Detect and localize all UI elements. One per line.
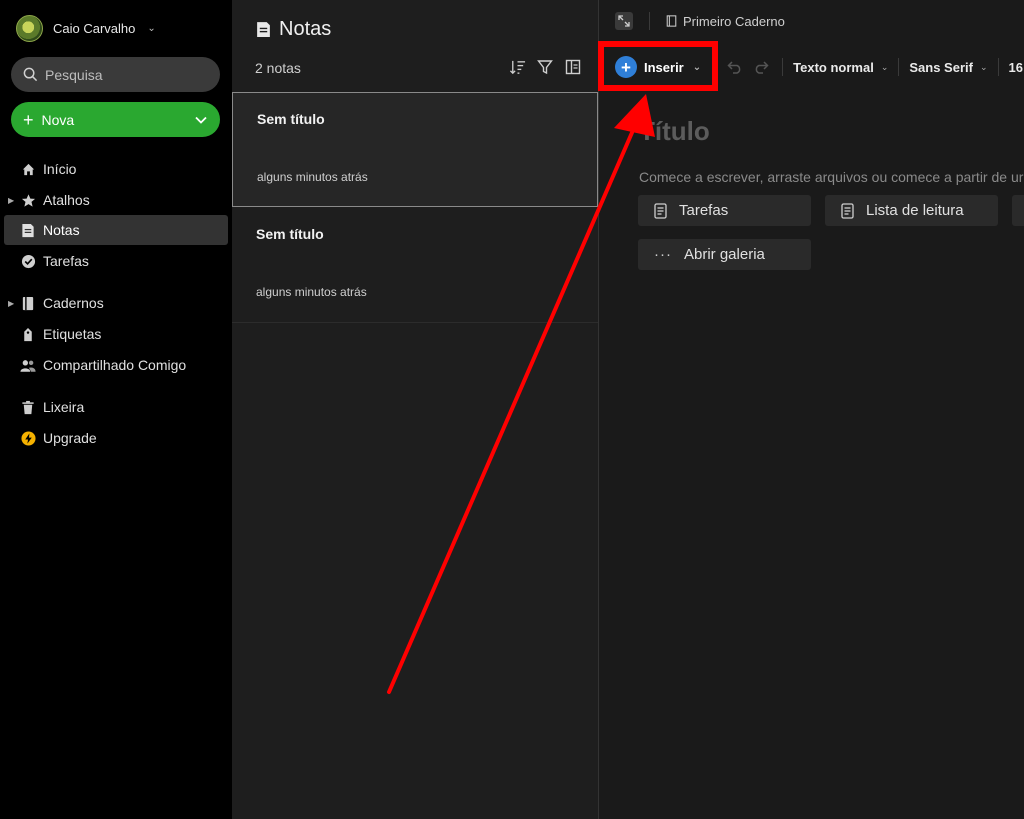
- sidebar-item-upgrade[interactable]: Upgrade: [4, 423, 228, 453]
- sidebar-item-home[interactable]: Início: [4, 154, 228, 184]
- notebook-icon: [666, 15, 677, 27]
- note-icon: [20, 222, 36, 238]
- new-note-button[interactable]: + Nova: [11, 102, 220, 137]
- notebook-icon: [20, 295, 36, 311]
- list-item[interactable]: Sem título alguns minutos atrás: [232, 208, 598, 323]
- note-editor: Primeiro Caderno + Inserir ⌄ Texto norma…: [598, 0, 1024, 819]
- note-list-tools: [508, 58, 582, 76]
- annotation-highlight-box: [598, 41, 718, 91]
- notebook-name: Primeiro Caderno: [683, 13, 785, 29]
- list-item[interactable]: Sem título alguns minutos atrás: [232, 92, 598, 207]
- note-list-header: Notas: [256, 18, 331, 41]
- sidebar-item-label: Notas: [43, 222, 80, 238]
- search-box[interactable]: [11, 57, 220, 92]
- font-family-dropdown[interactable]: Sans Serif ⌄: [909, 60, 987, 75]
- notebook-selector[interactable]: Primeiro Caderno: [666, 14, 785, 29]
- tag-icon: [20, 326, 36, 342]
- sidebar-item-label: Compartilhado Comigo: [43, 357, 187, 373]
- divider: [649, 12, 650, 30]
- font-size-dropdown[interactable]: 16 ⌄: [1009, 60, 1024, 75]
- caret-right-icon[interactable]: ▶: [8, 299, 14, 308]
- note-title: Sem título: [257, 111, 325, 127]
- chevron-down-icon: ⌄: [147, 22, 156, 34]
- sidebar-item-label: Atalhos: [43, 192, 90, 208]
- chevron-down-icon[interactable]: [194, 113, 208, 127]
- note-title: Sem título: [256, 226, 324, 242]
- editor-hint: Comece a escrever, arraste arquivos ou c…: [639, 169, 1024, 185]
- chevron-down-icon: ⌄: [880, 61, 889, 72]
- sidebar-item-shortcuts[interactable]: ▶ Atalhos: [4, 185, 228, 215]
- redo-icon[interactable]: [752, 58, 770, 76]
- home-icon: [20, 161, 36, 177]
- search-input[interactable]: [45, 66, 205, 83]
- note-timestamp: alguns minutos atrás: [256, 285, 367, 299]
- expand-icon[interactable]: [615, 12, 633, 30]
- layout-icon[interactable]: [564, 58, 582, 76]
- trash-icon: [20, 399, 36, 415]
- search-icon: [23, 67, 38, 82]
- template-more-button[interactable]: [1012, 195, 1024, 226]
- template-label: Abrir galeria: [684, 246, 765, 263]
- note-timestamp: alguns minutos atrás: [257, 170, 368, 184]
- sidebar-item-label: Tarefas: [43, 253, 89, 269]
- sidebar-item-label: Lixeira: [43, 399, 85, 415]
- text-style-dropdown[interactable]: Texto normal ⌄: [793, 60, 888, 75]
- sidebar-item-notes[interactable]: Notas: [4, 215, 228, 245]
- sidebar-item-shared[interactable]: Compartilhado Comigo: [4, 350, 228, 380]
- font-size-value: 16: [1008, 59, 1023, 75]
- template-label: Lista de leitura: [866, 202, 964, 219]
- account-menu[interactable]: Caio Carvalho ⌄: [16, 14, 156, 42]
- divider: [782, 58, 784, 76]
- plus-icon: +: [23, 109, 34, 130]
- sort-icon[interactable]: [508, 58, 526, 76]
- sidebar-item-trash[interactable]: Lixeira: [4, 392, 228, 422]
- new-note-label: Nova: [41, 111, 75, 128]
- filter-icon[interactable]: [536, 58, 554, 76]
- sidebar-item-label: Upgrade: [43, 430, 97, 446]
- avatar: [16, 14, 43, 42]
- chevron-down-icon: ⌄: [979, 61, 988, 72]
- open-gallery-button[interactable]: ··· Abrir galeria: [638, 239, 811, 270]
- sidebar: Caio Carvalho ⌄ + Nova Início ▶ Atalhos …: [0, 0, 232, 819]
- page-title: Notas: [279, 18, 332, 40]
- check-circle-icon: [20, 253, 36, 269]
- divider: [997, 58, 999, 76]
- template-tasks-button[interactable]: Tarefas: [638, 195, 811, 226]
- lightning-icon: [20, 430, 36, 446]
- text-style-value: Texto normal: [793, 59, 874, 75]
- note-icon: [257, 22, 270, 37]
- editor-header: Primeiro Caderno: [615, 12, 785, 30]
- sidebar-item-label: Cadernos: [43, 295, 104, 311]
- note-list-panel: Notas 2 notas Sem título alguns minutos …: [232, 0, 598, 819]
- document-icon: [654, 202, 667, 219]
- sidebar-item-tags[interactable]: Etiquetas: [4, 319, 228, 349]
- undo-icon[interactable]: [726, 58, 744, 76]
- star-icon: [20, 192, 36, 208]
- sidebar-item-notebooks[interactable]: ▶ Cadernos: [4, 288, 228, 318]
- note-count: 2 notas: [255, 60, 301, 76]
- people-icon: [20, 357, 36, 373]
- sidebar-item-label: Início: [43, 161, 77, 177]
- sidebar-item-label: Etiquetas: [43, 326, 102, 342]
- template-label: Tarefas: [679, 202, 729, 219]
- divider: [898, 58, 900, 76]
- template-reading-list-button[interactable]: Lista de leitura: [825, 195, 998, 226]
- font-family-value: Sans Serif: [909, 59, 973, 75]
- note-title-input[interactable]: Título: [639, 116, 710, 147]
- caret-right-icon[interactable]: ▶: [8, 196, 14, 205]
- account-name: Caio Carvalho: [53, 20, 136, 36]
- sidebar-item-tasks[interactable]: Tarefas: [4, 246, 228, 276]
- more-icon: ···: [654, 246, 672, 263]
- document-icon: [841, 202, 854, 219]
